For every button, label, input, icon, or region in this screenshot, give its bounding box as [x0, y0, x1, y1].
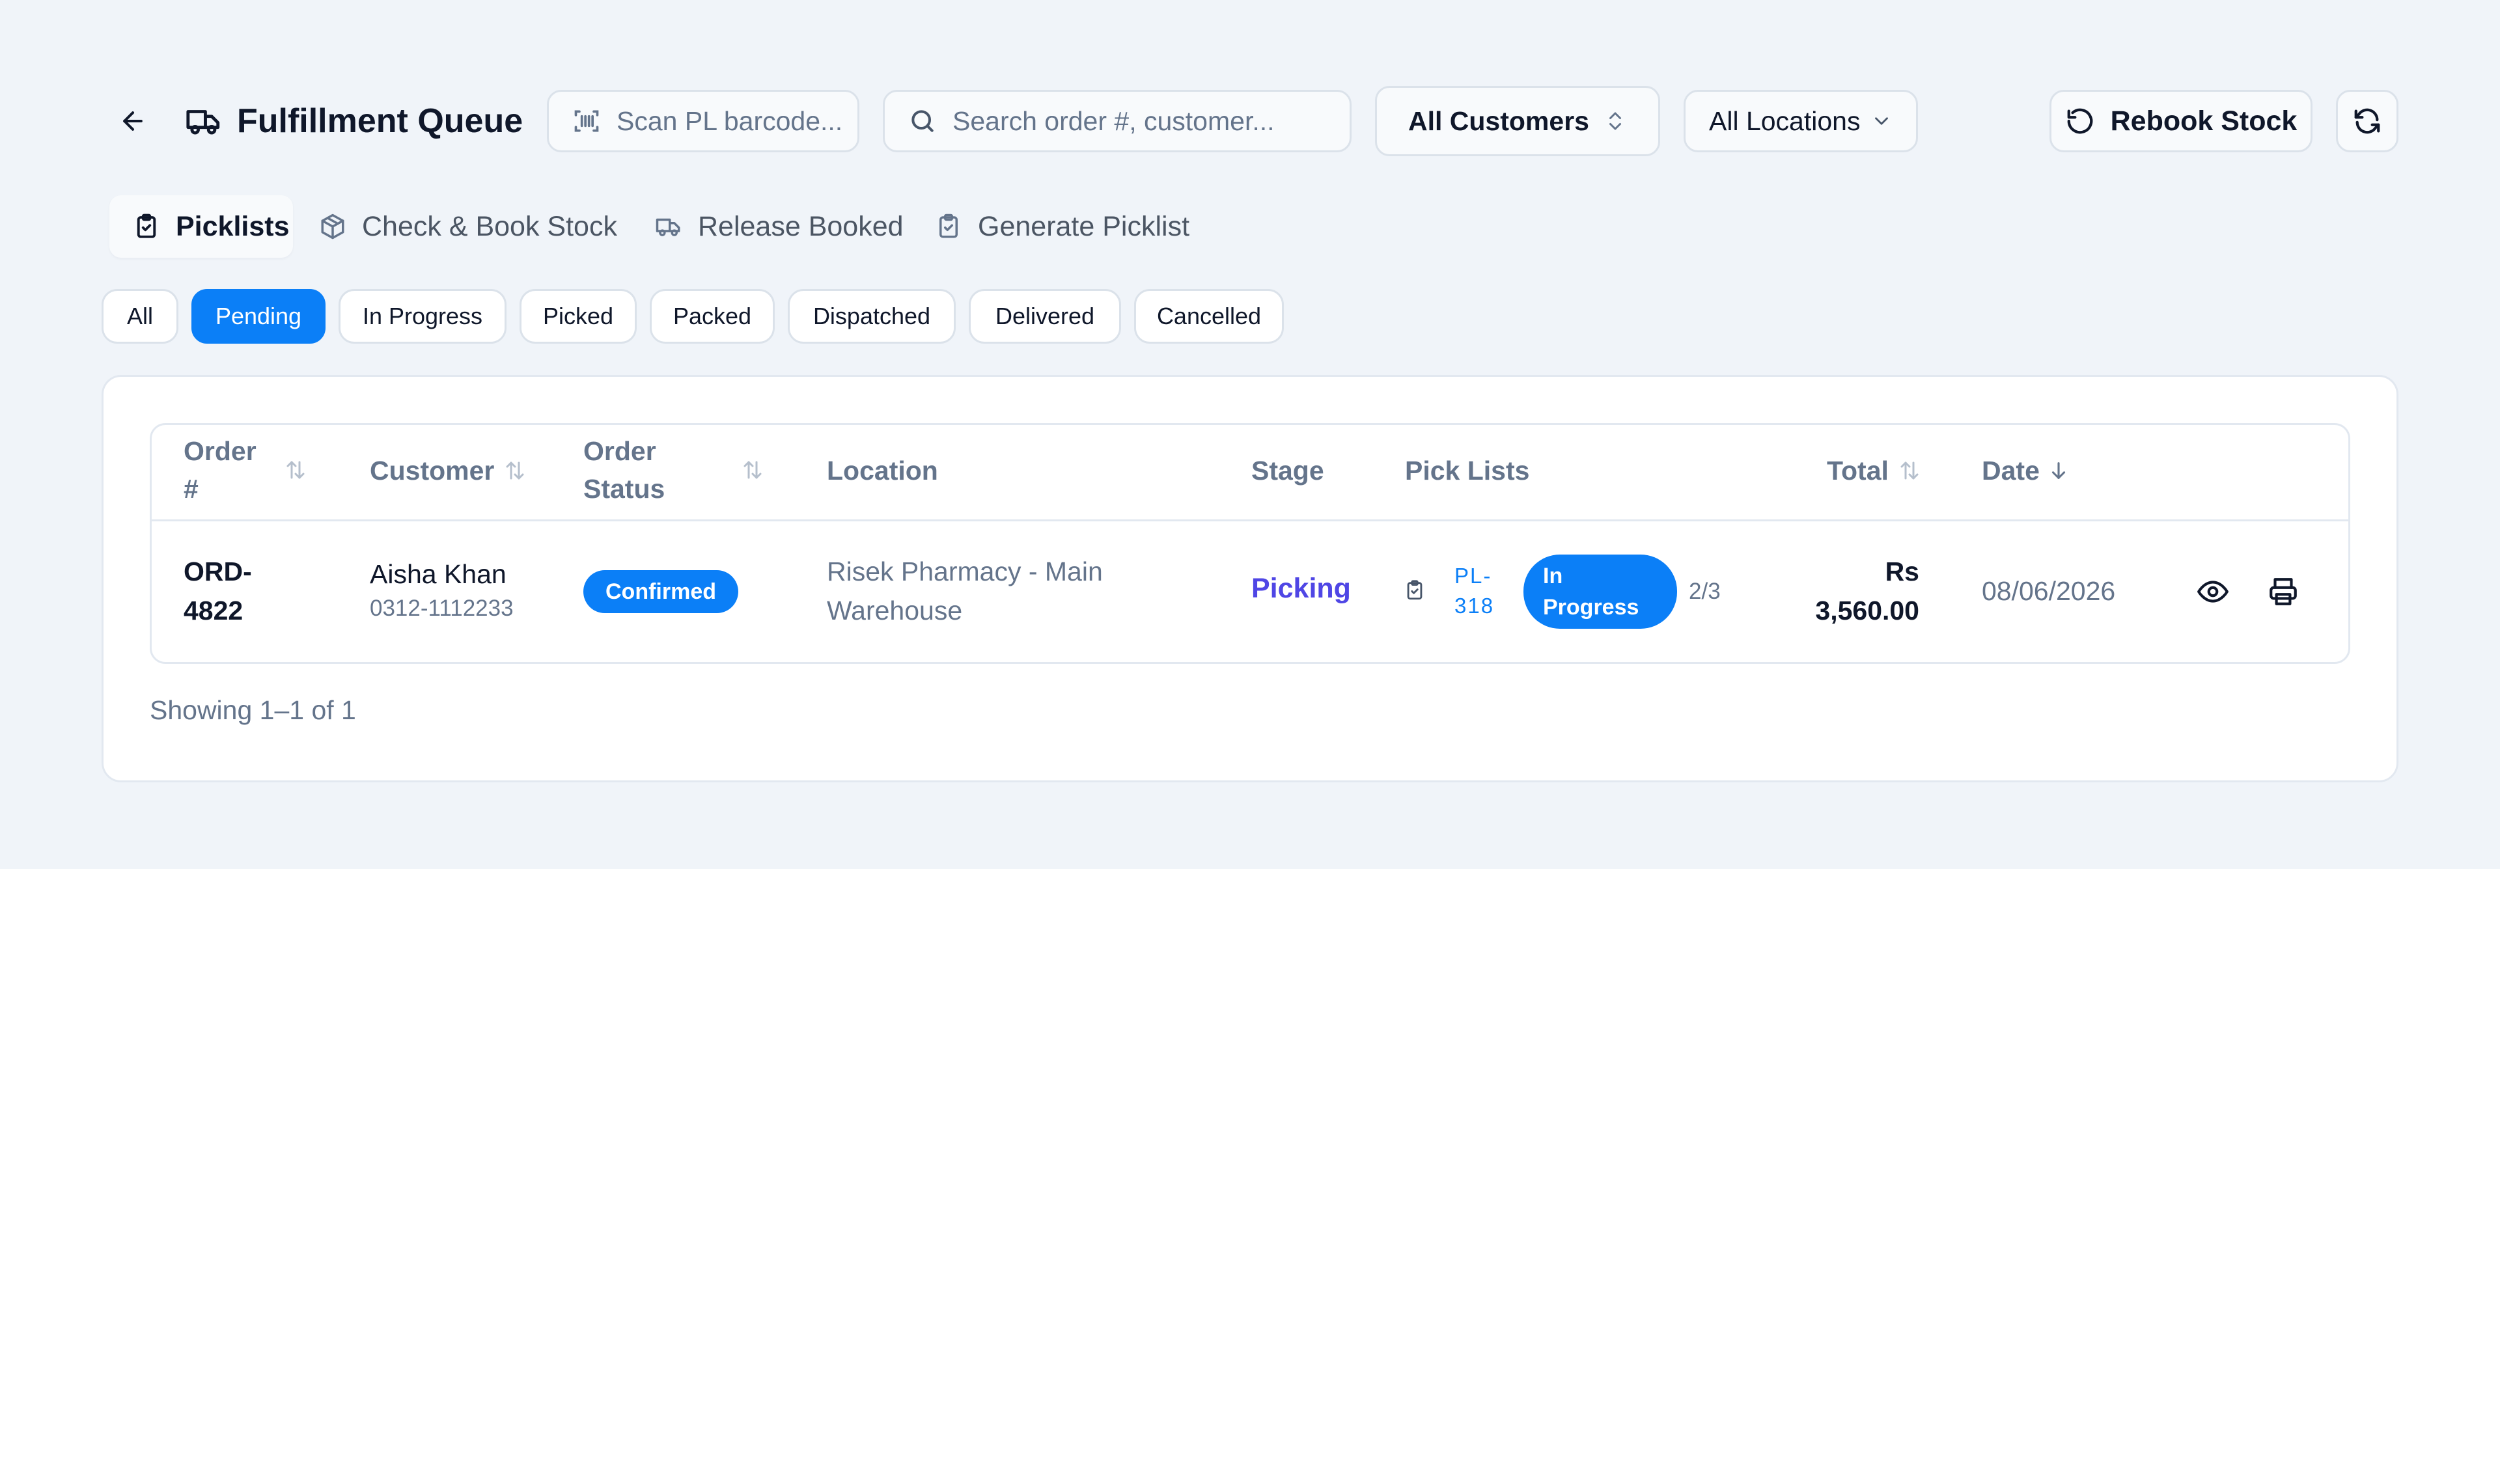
filter-chip-delivered[interactable]: Delivered — [969, 289, 1121, 344]
tab-picklists[interactable]: Picklists — [109, 195, 293, 258]
search-placeholder: Search order #, customer... — [952, 105, 1275, 136]
column-header-order-line1: Order — [184, 436, 257, 466]
table-row-date: 08/06/2026 — [1982, 576, 2116, 606]
customer-phone: 0312-1112233 — [370, 596, 514, 621]
refresh-icon — [2352, 106, 2382, 136]
table-header-divider — [152, 519, 2348, 521]
column-header-order-status[interactable]: Order Status — [583, 432, 665, 508]
tab-generate-picklist[interactable]: Generate Picklist — [911, 195, 1213, 258]
tab-check-book-stock[interactable]: Check & Book Stock — [296, 195, 641, 258]
scan-barcode-input[interactable]: Scan PL barcode... — [547, 90, 859, 152]
tab-label: Release Booked — [698, 210, 904, 242]
printer-icon — [2267, 575, 2299, 608]
stage-label: Picking — [1251, 573, 1351, 604]
eye-icon — [2197, 575, 2229, 608]
picklist-progress: 2/3 — [1689, 579, 1721, 604]
page-title: Fulfillment Queue — [237, 102, 523, 140]
sort-icon — [503, 459, 527, 482]
clipboard-check-icon — [935, 213, 962, 240]
picklist-line2: 318 — [1454, 594, 1495, 618]
total-currency: Rs — [1885, 556, 1919, 586]
column-header-customer[interactable]: Customer — [370, 452, 527, 489]
column-header-pick-lists: Pick Lists — [1405, 456, 1530, 486]
print-picklist-button[interactable] — [2266, 574, 2301, 609]
barcode-scan-icon — [572, 107, 601, 135]
order-number-line1: ORD- — [184, 556, 252, 586]
column-header-status-line2: Status — [583, 474, 665, 504]
total-amount: 3,560.00 — [1815, 596, 1919, 625]
column-header-status-line1: Order — [583, 436, 656, 466]
package-icon — [319, 213, 346, 240]
order-number-line2: 4822 — [184, 596, 243, 625]
customer-name: Aisha Khan — [370, 559, 507, 589]
picklist-status-badge: In Progress — [1523, 555, 1677, 629]
chevron-up-down-icon — [1604, 108, 1627, 134]
table-row-customer: Aisha Khan 0312-1112233 — [370, 555, 514, 624]
location-line2: Warehouse — [827, 596, 963, 625]
sort-icon — [1898, 459, 1921, 482]
rotate-ccw-icon — [2065, 106, 2095, 136]
column-header-order-line2: # — [184, 474, 199, 504]
filter-chip-in-progress[interactable]: In Progress — [339, 289, 507, 344]
filter-chip-packed[interactable]: Packed — [650, 289, 775, 344]
truck-icon — [185, 102, 223, 140]
scan-placeholder: Scan PL barcode... — [617, 105, 843, 136]
picklist-link[interactable]: PL- 318 — [1454, 561, 1494, 621]
filter-chip-picked[interactable]: Picked — [520, 289, 637, 344]
back-button[interactable] — [109, 98, 156, 144]
pagination-summary: Showing 1–1 of 1 — [150, 695, 356, 725]
filter-chip-dispatched[interactable]: Dispatched — [788, 289, 956, 344]
picklist-status-line1: In — [1543, 564, 1563, 588]
search-input[interactable]: Search order #, customer... — [883, 90, 1352, 152]
sort-icon[interactable] — [741, 458, 764, 482]
tab-label: Generate Picklist — [978, 210, 1190, 242]
customer-filter-select[interactable]: All Customers — [1375, 86, 1660, 156]
picklist-status-line2: Progress — [1543, 595, 1639, 620]
tab-label: Check & Book Stock — [362, 210, 617, 242]
view-order-button[interactable] — [2195, 574, 2230, 609]
truck-icon — [655, 213, 682, 240]
column-header-order[interactable]: Order # — [184, 432, 257, 508]
table-row-total: Rs 3,560.00 — [1758, 552, 1919, 630]
location-filter-value: All Locations — [1709, 105, 1861, 136]
arrow-left-icon — [118, 107, 147, 135]
location-filter-select[interactable]: All Locations — [1684, 90, 1918, 152]
search-icon — [908, 107, 937, 135]
rebook-stock-label: Rebook Stock — [2110, 105, 2298, 137]
filter-chip-pending[interactable]: Pending — [191, 289, 326, 344]
column-header-stage: Stage — [1251, 456, 1324, 486]
clipboard-check-icon — [1404, 579, 1426, 601]
column-header-location: Location — [827, 456, 938, 486]
chevron-down-icon — [1870, 110, 1893, 132]
tab-release-booked[interactable]: Release Booked — [632, 195, 927, 258]
tab-label: Picklists — [176, 210, 290, 242]
refresh-button[interactable] — [2336, 90, 2398, 152]
column-header-total[interactable]: Total — [1827, 452, 1921, 489]
column-header-total-label: Total — [1827, 456, 1889, 486]
filter-chip-all[interactable]: All — [102, 289, 178, 344]
column-header-customer-label: Customer — [370, 456, 495, 486]
rebook-stock-button[interactable]: Rebook Stock — [2049, 90, 2312, 152]
page-header: Fulfillment Queue — [185, 98, 523, 144]
column-header-date-label: Date — [1982, 456, 2040, 486]
sort-icon[interactable] — [284, 458, 307, 482]
arrow-down-icon — [2048, 460, 2070, 482]
picklist-line1: PL- — [1454, 564, 1492, 588]
status-badge: Confirmed — [583, 570, 738, 613]
location-line1: Risek Pharmacy - Main — [827, 556, 1103, 586]
table-row-order-number[interactable]: ORD- 4822 — [184, 552, 252, 630]
filter-chip-cancelled[interactable]: Cancelled — [1134, 289, 1284, 344]
table-row-location: Risek Pharmacy - Main Warehouse — [827, 552, 1103, 630]
column-header-date[interactable]: Date — [1982, 452, 2070, 489]
customer-filter-value: All Customers — [1408, 105, 1589, 136]
clipboard-check-icon — [133, 213, 160, 240]
